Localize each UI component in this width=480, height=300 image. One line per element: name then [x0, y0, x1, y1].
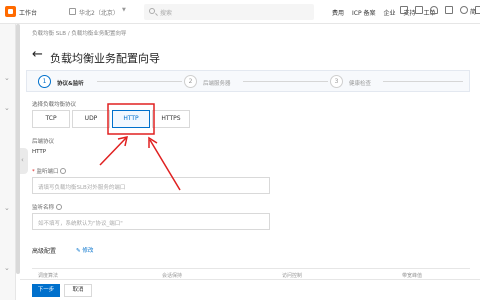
listen-port-placeholder: 请填写负载均衡SLB对外服务的端口	[38, 185, 126, 191]
region-selector[interactable]: 华北2（北京）	[79, 8, 119, 17]
protocol-https-button[interactable]: HTTPS	[152, 110, 190, 128]
breadcrumb[interactable]: 负载均衡 SLB / 负载均衡业务配置向导	[32, 29, 126, 37]
search-icon	[149, 8, 155, 14]
sidebar-collapse-toggle[interactable]: ‹	[20, 148, 28, 174]
nav-link-enterprise[interactable]: 企业	[384, 8, 396, 17]
step-connector	[383, 81, 463, 82]
info-icon[interactable]	[60, 168, 67, 174]
chevron-left-icon: ‹	[21, 156, 24, 164]
backend-protocol-value: HTTP	[32, 149, 47, 155]
required-mark: *	[32, 169, 35, 175]
info-icon[interactable]	[55, 204, 62, 210]
step-connector	[97, 81, 182, 82]
region-icon	[69, 8, 76, 15]
annotation-arrowhead-left	[117, 136, 128, 147]
listen-port-label: * 监听端口	[32, 167, 67, 175]
listener-name-placeholder: 如不填写，系统默认为"协议_端口"	[38, 221, 123, 227]
chevron-down-icon[interactable]: ⌄	[4, 104, 10, 112]
chevron-down-icon[interactable]: ⌄	[4, 204, 10, 212]
nav-link-icp[interactable]: ICP 备案	[352, 8, 376, 17]
protocol-label: 选择负载均衡协议	[32, 102, 77, 108]
next-step-button[interactable]: 下一步	[32, 284, 60, 297]
listener-name-input[interactable]: 如不填写，系统默认为"协议_端口"	[32, 213, 270, 230]
search-input[interactable]: 搜索	[160, 8, 172, 17]
aliyun-logo-icon[interactable]	[5, 6, 16, 17]
edit-label: 修改	[82, 248, 94, 254]
page-title: 负载均衡业务配置向导	[50, 52, 160, 65]
terminal-icon[interactable]	[400, 6, 408, 14]
wizard-footer: 下一步 取消	[20, 279, 480, 300]
step-2-number: 2	[184, 75, 197, 88]
protocol-udp-button[interactable]: UDP	[72, 110, 110, 128]
annotation-overlay	[99, 103, 181, 191]
listener-name-label-text: 监听名称	[32, 205, 55, 211]
image-icon[interactable]	[445, 6, 453, 14]
back-arrow-icon[interactable]: ←	[32, 48, 43, 62]
backend-protocol-label: 后端协议	[32, 139, 55, 145]
protocol-http-button[interactable]: HTTP	[112, 110, 150, 128]
annotation-arrowhead-right	[148, 136, 158, 148]
protocol-tcp-button[interactable]: TCP	[32, 110, 70, 128]
column-header: 带宽峰值	[402, 273, 423, 279]
step-3-label: 健康检查	[349, 81, 372, 87]
bell-icon[interactable]	[430, 6, 438, 14]
top-navigation-bar: 工作台 华北2（北京） ▼ 搜索 费用 ICP 备案 企业 支持 工单 简	[0, 0, 480, 24]
step-1-label: 协议&监听	[57, 81, 84, 87]
annotation-arrow-left	[99, 137, 127, 166]
step-2-label: 后端服务器	[203, 81, 231, 87]
left-sidebar-rail: ⌄ ⌄ ⌄ ⌄	[0, 24, 16, 300]
step-1-number: 1	[38, 75, 51, 88]
help-icon[interactable]	[460, 6, 468, 14]
chevron-down-icon[interactable]: ⌄	[4, 264, 10, 272]
edit-advanced-link[interactable]: ✎ 修改	[76, 246, 93, 254]
listen-port-input[interactable]: 请填写负载均衡SLB对外服务的端口	[32, 177, 270, 194]
step-connector	[243, 81, 328, 82]
listener-name-label: 监听名称	[32, 203, 62, 211]
workbench-link[interactable]: 工作台	[19, 8, 37, 17]
column-header: 调度算法	[38, 273, 59, 279]
top-icon-group	[400, 6, 480, 14]
column-header: 访问控制	[282, 273, 303, 279]
language-switch[interactable]: 简	[470, 7, 476, 16]
edit-icon: ✎	[76, 248, 81, 254]
nav-link-fees[interactable]: 费用	[332, 8, 344, 17]
advanced-config-title: 高级配置	[32, 248, 57, 255]
cancel-button[interactable]: 取消	[64, 284, 92, 297]
wizard-steps: 1 协议&监听 2 后端服务器 3 健康检查	[26, 70, 470, 92]
step-3-number: 3	[330, 75, 343, 88]
column-header: 会话保持	[162, 273, 183, 279]
chevron-down-icon[interactable]: ⌄	[4, 74, 10, 82]
chevron-down-icon[interactable]: ▼	[122, 7, 126, 13]
listen-port-label-text: 监听端口	[36, 169, 59, 175]
mail-icon[interactable]	[415, 6, 423, 14]
search-box[interactable]: 搜索	[144, 4, 314, 20]
